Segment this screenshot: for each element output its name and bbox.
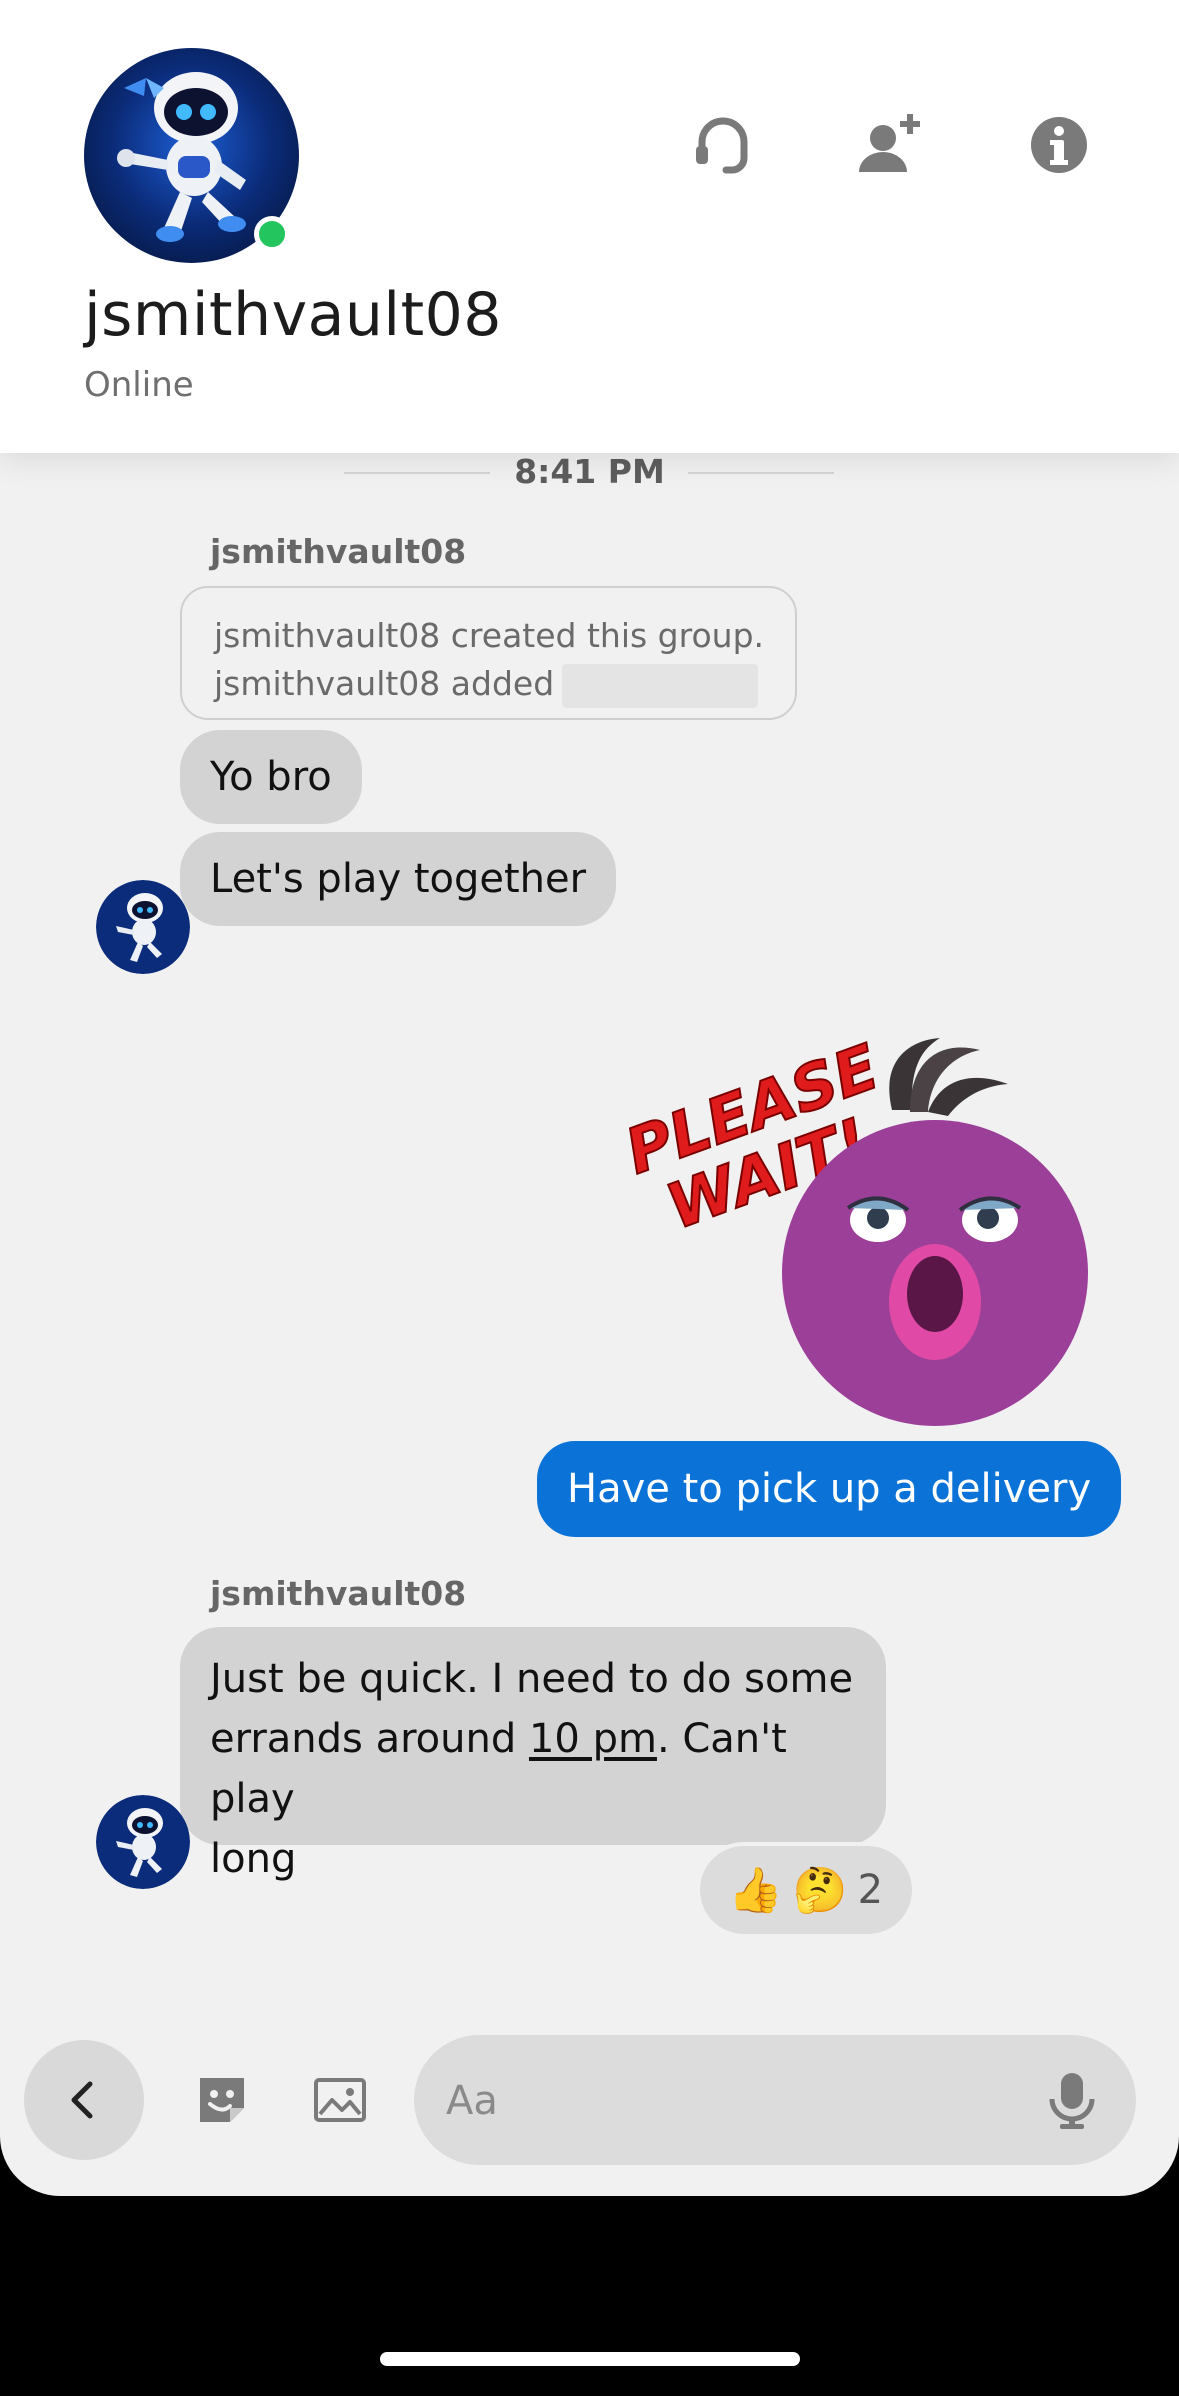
- home-indicator[interactable]: [380, 2352, 800, 2366]
- message-input[interactable]: [444, 2060, 1008, 2142]
- thumbs-up-icon: 👍: [728, 1865, 783, 1916]
- incoming-message[interactable]: Just be quick. I need to do some errands…: [180, 1627, 886, 1882]
- outgoing-message[interactable]: Have to pick up a delivery: [537, 1441, 1122, 1537]
- system-line-text: jsmithvault08 added: [214, 664, 555, 703]
- presence-status: Online: [84, 365, 194, 405]
- time-link[interactable]: 10 pm: [529, 1716, 657, 1762]
- incoming-message[interactable]: Yo bro: [180, 730, 362, 824]
- reaction-count: 2: [857, 1867, 884, 1913]
- sender-name: jsmithvault08: [210, 1574, 467, 1613]
- chat-title: jsmithvault08: [84, 280, 502, 350]
- chat-header: jsmithvault08 Online: [0, 0, 1179, 453]
- sender-name: jsmithvault08: [210, 532, 467, 571]
- message-composer: [414, 2035, 1136, 2165]
- reaction-summary[interactable]: 👍 🤔 2: [696, 1842, 916, 1938]
- system-line: jsmithvault08 created this group.: [214, 616, 765, 655]
- thinking-face-icon: 🤔: [792, 1865, 848, 1916]
- back-button[interactable]: [24, 2040, 144, 2160]
- add-friend-icon[interactable]: [855, 110, 925, 180]
- microphone-icon[interactable]: [1044, 2071, 1100, 2131]
- please-wait-sticker[interactable]: PLEASE WAIT!: [610, 1020, 1100, 1440]
- divider-line: [688, 472, 834, 474]
- timestamp: 8:41 PM: [514, 452, 665, 491]
- image-icon[interactable]: [312, 2072, 368, 2128]
- sender-avatar[interactable]: [96, 880, 190, 974]
- sticker-icon[interactable]: [194, 2072, 250, 2128]
- sender-avatar[interactable]: [96, 1795, 190, 1889]
- online-status-dot: [254, 216, 290, 252]
- incoming-message[interactable]: Let's play together: [180, 832, 617, 926]
- info-icon[interactable]: [1024, 110, 1094, 180]
- headset-icon[interactable]: [688, 110, 758, 180]
- message-line: Just be quick. I need to do some: [210, 1656, 854, 1702]
- timestamp-divider: 8:41 PM: [0, 448, 1179, 498]
- message-text: errands around: [210, 1716, 529, 1762]
- chevron-left-icon: [71, 2081, 93, 2119]
- redacted-username: [562, 663, 759, 708]
- system-message: jsmithvault08 created this group. jsmith…: [180, 586, 797, 751]
- chat-screen: jsmithvault08 Online 8:41 PM jsmithvault…: [0, 0, 1179, 2196]
- message-line: errands around 10 pm. Can't play: [210, 1709, 856, 1829]
- profile-avatar[interactable]: [84, 48, 299, 263]
